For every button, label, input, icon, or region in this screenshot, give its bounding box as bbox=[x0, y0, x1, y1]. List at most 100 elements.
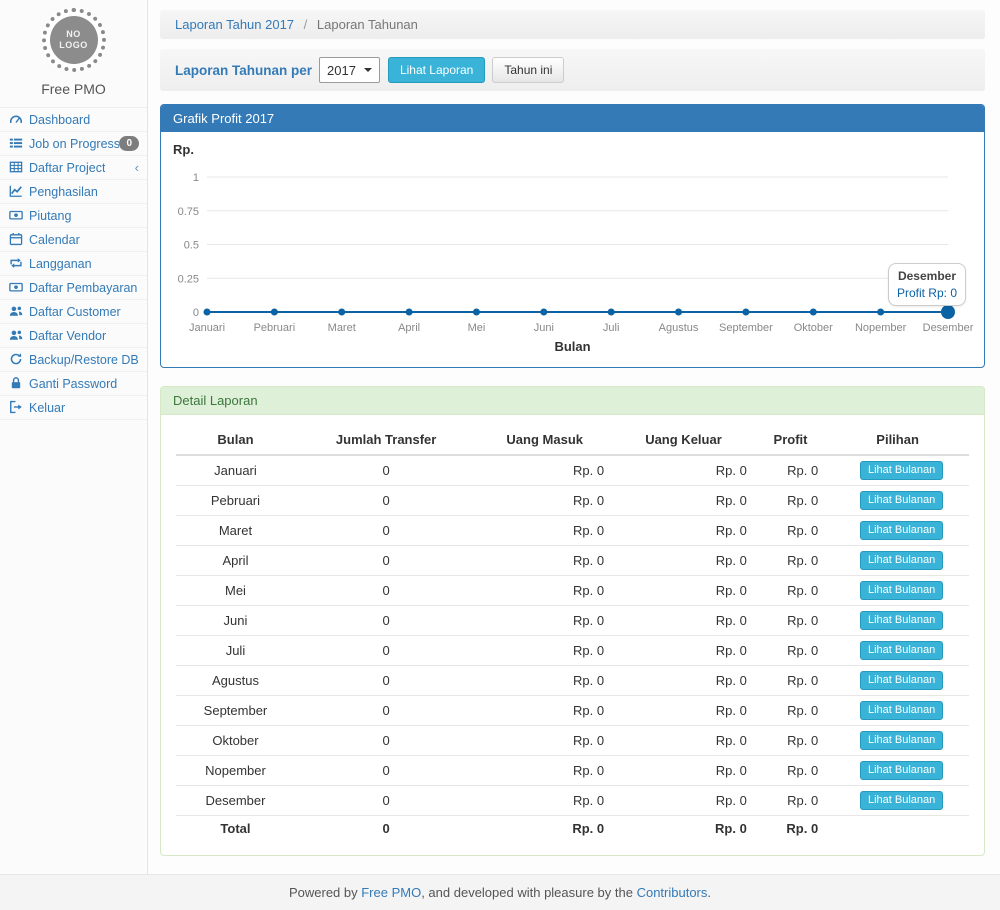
sidebar-item-piutang[interactable]: Piutang bbox=[0, 204, 147, 228]
cell-bulan: Desember bbox=[176, 786, 295, 816]
sidebar-item-calendar[interactable]: Calendar bbox=[0, 228, 147, 252]
footer-text-2: , and developed with pleasure by the bbox=[421, 885, 636, 900]
cell-uang_keluar: Rp. 0 bbox=[612, 786, 755, 816]
breadcrumb-separator: / bbox=[304, 17, 308, 32]
cell-pilihan: Lihat Bulanan bbox=[826, 486, 969, 516]
table-row-mei: Mei0Rp. 0Rp. 0Rp. 0Lihat Bulanan bbox=[176, 576, 969, 606]
chart-x-axis-label: Bulan bbox=[161, 339, 984, 354]
table-row-desember: Desember0Rp. 0Rp. 0Rp. 0Lihat Bulanan bbox=[176, 786, 969, 816]
footer-text-3: . bbox=[707, 885, 711, 900]
sidebar-item-daftar-vendor[interactable]: Daftar Vendor bbox=[0, 324, 147, 348]
lihat-bulanan-button-desember[interactable]: Lihat Bulanan bbox=[860, 791, 943, 810]
cell-profit: Rp. 0 bbox=[755, 516, 826, 546]
svg-text:Juni: Juni bbox=[534, 322, 554, 334]
cell-uang_masuk: Rp. 0 bbox=[477, 546, 612, 576]
total-row: Total0Rp. 0Rp. 0Rp. 0 bbox=[176, 816, 969, 842]
sidebar-item-keluar[interactable]: Keluar bbox=[0, 396, 147, 420]
svg-text:Juli: Juli bbox=[603, 322, 620, 334]
sidebar-item-backup-restore-db[interactable]: Backup/Restore DB bbox=[0, 348, 147, 372]
detail-panel: Detail Laporan BulanJumlah TransferUang … bbox=[160, 386, 985, 856]
table-icon bbox=[9, 160, 23, 174]
sidebar-item-penghasilan[interactable]: Penghasilan bbox=[0, 180, 147, 204]
lihat-bulanan-button-maret[interactable]: Lihat Bulanan bbox=[860, 521, 943, 540]
sidebar-item-label: Piutang bbox=[29, 209, 71, 223]
refresh-icon bbox=[9, 352, 23, 366]
sidebar-item-daftar-project[interactable]: Daftar Project‹ bbox=[0, 156, 147, 180]
cell-uang_keluar: Rp. 0 bbox=[612, 546, 755, 576]
cell-uang_masuk: Rp. 0 bbox=[477, 516, 612, 546]
cell-uang_keluar: Rp. 0 bbox=[612, 455, 755, 486]
sidebar-item-daftar-customer[interactable]: Daftar Customer bbox=[0, 300, 147, 324]
lihat-bulanan-button-agustus[interactable]: Lihat Bulanan bbox=[860, 671, 943, 690]
lihat-bulanan-button-oktober[interactable]: Lihat Bulanan bbox=[860, 731, 943, 750]
cell-bulan: Juni bbox=[176, 606, 295, 636]
footer: Powered by Free PMO, and developed with … bbox=[0, 874, 1000, 910]
cell-jumlah_transfer: 0 bbox=[295, 726, 477, 756]
lihat-bulanan-button-nopember[interactable]: Lihat Bulanan bbox=[860, 761, 943, 780]
breadcrumb-link[interactable]: Laporan Tahun 2017 bbox=[175, 17, 294, 32]
cell-jumlah_transfer: 0 bbox=[295, 816, 477, 842]
svg-text:Oktober: Oktober bbox=[794, 322, 833, 334]
cell-jumlah_transfer: 0 bbox=[295, 516, 477, 546]
table-row-september: September0Rp. 0Rp. 0Rp. 0Lihat Bulanan bbox=[176, 696, 969, 726]
sidebar-menu: DashboardJob on Progress0Daftar Project‹… bbox=[0, 107, 147, 420]
lock-icon bbox=[9, 376, 23, 390]
svg-text:0.75: 0.75 bbox=[178, 206, 199, 218]
cell-uang_masuk: Rp. 0 bbox=[477, 786, 612, 816]
chart-tooltip: Desember Profit Rp: 0 bbox=[888, 263, 966, 306]
sidebar-item-daftar-pembayaran[interactable]: Daftar Pembayaran bbox=[0, 276, 147, 300]
cell-profit: Rp. 0 bbox=[755, 486, 826, 516]
cell-pilihan bbox=[826, 816, 969, 842]
year-select[interactable]: 2017 bbox=[319, 57, 380, 83]
sidebar-item-ganti-password[interactable]: Ganti Password bbox=[0, 372, 147, 396]
profit-line-chart[interactable]: 10.750.50.250JanuariPebruariMaretAprilMe… bbox=[161, 132, 984, 367]
tahun-ini-button[interactable]: Tahun ini bbox=[492, 57, 564, 83]
table-row-maret: Maret0Rp. 0Rp. 0Rp. 0Lihat Bulanan bbox=[176, 516, 969, 546]
cell-profit: Rp. 0 bbox=[755, 666, 826, 696]
cell-bulan: Juli bbox=[176, 636, 295, 666]
footer-text-1: Powered by bbox=[289, 885, 361, 900]
tachometer-icon bbox=[9, 112, 23, 126]
cell-uang_keluar: Rp. 0 bbox=[612, 486, 755, 516]
sidebar-item-label: Job on Progress bbox=[29, 137, 119, 151]
report-filter-bar: Laporan Tahunan per 2017 Lihat Laporan T… bbox=[160, 49, 985, 91]
svg-text:April: April bbox=[398, 322, 420, 334]
lihat-bulanan-button-juli[interactable]: Lihat Bulanan bbox=[860, 641, 943, 660]
cell-pilihan: Lihat Bulanan bbox=[826, 666, 969, 696]
lihat-bulanan-button-september[interactable]: Lihat Bulanan bbox=[860, 701, 943, 720]
cell-jumlah_transfer: 0 bbox=[295, 756, 477, 786]
lihat-bulanan-button-juni[interactable]: Lihat Bulanan bbox=[860, 611, 943, 630]
sidebar-item-job-on-progress[interactable]: Job on Progress0 bbox=[0, 132, 147, 156]
lihat-laporan-button[interactable]: Lihat Laporan bbox=[388, 57, 485, 83]
lihat-bulanan-button-april[interactable]: Lihat Bulanan bbox=[860, 551, 943, 570]
cell-jumlah_transfer: 0 bbox=[295, 606, 477, 636]
cell-uang_masuk: Rp. 0 bbox=[477, 666, 612, 696]
sidebar-item-label: Ganti Password bbox=[29, 377, 117, 391]
cell-uang_masuk: Rp. 0 bbox=[477, 606, 612, 636]
cell-uang_keluar: Rp. 0 bbox=[612, 816, 755, 842]
users-icon bbox=[9, 328, 23, 342]
cell-bulan: Pebruari bbox=[176, 486, 295, 516]
svg-text:September: September bbox=[719, 322, 773, 334]
sidebar-item-dashboard[interactable]: Dashboard bbox=[0, 108, 147, 132]
calendar-icon bbox=[9, 232, 23, 246]
no-logo-stamp: NO LOGO bbox=[42, 8, 106, 72]
footer-brand-link[interactable]: Free PMO bbox=[361, 885, 421, 900]
lihat-bulanan-button-mei[interactable]: Lihat Bulanan bbox=[860, 581, 943, 600]
cell-jumlah_transfer: 0 bbox=[295, 666, 477, 696]
cell-pilihan: Lihat Bulanan bbox=[826, 726, 969, 756]
footer-contributors-link[interactable]: Contributors bbox=[637, 885, 708, 900]
lihat-bulanan-button-pebruari[interactable]: Lihat Bulanan bbox=[860, 491, 943, 510]
cell-jumlah_transfer: 0 bbox=[295, 786, 477, 816]
sign-out-icon bbox=[9, 400, 23, 414]
lihat-bulanan-button-januari[interactable]: Lihat Bulanan bbox=[860, 461, 943, 480]
cell-profit: Rp. 0 bbox=[755, 696, 826, 726]
cell-pilihan: Lihat Bulanan bbox=[826, 546, 969, 576]
sidebar-item-langganan[interactable]: Langganan bbox=[0, 252, 147, 276]
svg-text:Maret: Maret bbox=[328, 322, 356, 334]
sidebar-item-label: Langganan bbox=[29, 257, 92, 271]
cell-uang_masuk: Rp. 0 bbox=[477, 696, 612, 726]
money-icon bbox=[9, 208, 23, 222]
table-row-juni: Juni0Rp. 0Rp. 0Rp. 0Lihat Bulanan bbox=[176, 606, 969, 636]
table-row-januari: Januari0Rp. 0Rp. 0Rp. 0Lihat Bulanan bbox=[176, 455, 969, 486]
